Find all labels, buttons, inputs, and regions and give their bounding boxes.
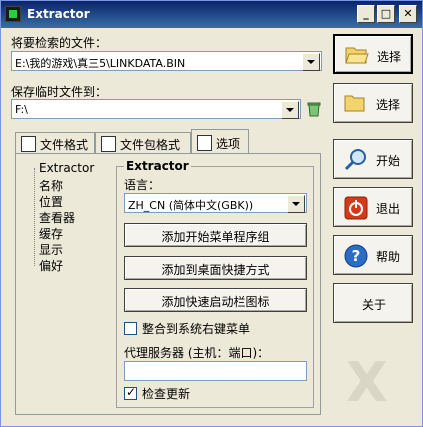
open-folder-icon [345,47,369,64]
source-dropdown-arrow-icon[interactable] [302,53,320,71]
proxy-label: 代理服务器 (主机：端口)： [124,346,270,360]
source-file-combo[interactable]: E:\我的游戏\真三5\LINKDATA.BIN [11,51,322,71]
add-quicklaunch-label: 添加快速启动栏图标 [161,295,270,309]
help-icon: ? [344,244,368,268]
tree-item-viewer[interactable]: 查看器 [39,209,75,226]
power-icon [344,196,368,220]
add-desktop-shortcut-label: 添加到桌面快捷方式 [161,263,270,277]
tab-file-format[interactable]: 文件格式 [15,132,95,154]
select-source-button[interactable]: 选择 [333,34,413,74]
language-dropdown-arrow-icon[interactable] [287,195,305,213]
app-window: Extractor _ □ ✕ 将要检索的文件： E:\我的游戏\真三5\LIN… [0,0,423,427]
temp-dir-value: F:\ [15,103,28,116]
check-update-checkbox[interactable] [124,385,137,400]
exit-label: 退出 [376,202,401,216]
tree-item-display[interactable]: 显示 [39,241,63,258]
close-button[interactable]: ✕ [399,5,417,23]
proxy-input[interactable] [124,361,307,381]
tab-options[interactable]: 选项 [191,129,249,154]
language-select[interactable]: ZH_CN (简体中文(GBK)) [124,193,307,213]
source-file-label: 将要检索的文件： [11,36,108,50]
language-label: 语言： [124,178,161,192]
group-title: Extractor [124,159,191,173]
tree-item-extractor[interactable]: Extractor [39,161,94,175]
tab-package-format[interactable]: 文件包格式 [95,132,191,154]
add-start-menu-label: 添加开始菜单程序组 [161,230,270,244]
svg-text:?: ? [352,247,361,265]
book-icon [101,136,116,152]
context-menu-checkbox[interactable] [124,322,137,335]
select-temp-label: 选择 [376,98,401,112]
options-panel: Extractor 名称 位置 查看器 缓存 显示 偏好 Extractor 语… [15,153,321,415]
window-title: Extractor [27,7,90,21]
tab-package-format-label: 文件包格式 [120,138,181,152]
minimize-button[interactable]: _ [357,5,375,23]
temp-dir-combo[interactable]: F:\ [11,99,301,119]
source-file-value: E:\我的游戏\真三5\LINKDATA.BIN [15,57,186,70]
exit-button[interactable]: 退出 [333,187,413,227]
tab-file-format-label: 文件格式 [40,138,89,152]
edit-icon [197,135,212,151]
tree-item-cache[interactable]: 缓存 [39,225,63,242]
tab-options-label: 选项 [216,137,241,151]
title-bar[interactable]: Extractor _ □ ✕ [1,1,422,28]
add-quicklaunch-button[interactable]: 添加快速启动栏图标 [124,288,307,312]
magnifier-icon [344,149,366,171]
add-start-menu-button[interactable]: 添加开始菜单程序组 [124,223,307,247]
tree-item-preferences[interactable]: 偏好 [39,257,63,274]
select-temp-button[interactable]: 选择 [333,83,413,123]
about-button[interactable]: 关于 [333,283,413,323]
select-source-label: 选择 [377,50,402,64]
temp-dropdown-arrow-icon[interactable] [281,101,299,119]
maximize-button[interactable]: □ [377,5,395,23]
start-button[interactable]: 开始 [333,139,413,179]
folder-icon [344,95,365,112]
tree-item-name[interactable]: 名称 [39,177,63,194]
watermark-logo: X [346,351,388,414]
tree-connector [34,168,35,266]
tree-item-location[interactable]: 位置 [39,193,63,210]
app-icon [5,6,21,22]
context-menu-label: 整合到系统右键菜单 [142,322,251,336]
help-button[interactable]: ? 帮助 [333,235,413,275]
check-update-label: 检查更新 [142,387,191,401]
help-label: 帮助 [376,250,401,264]
recycle-icon[interactable] [306,100,322,117]
document-icon [21,136,36,152]
add-desktop-shortcut-button[interactable]: 添加到桌面快捷方式 [124,256,307,280]
about-label: 关于 [362,298,387,312]
language-value: ZH_CN (简体中文(GBK)) [128,199,254,212]
temp-dir-label: 保存临时文件到： [11,85,108,99]
start-label: 开始 [376,154,401,168]
